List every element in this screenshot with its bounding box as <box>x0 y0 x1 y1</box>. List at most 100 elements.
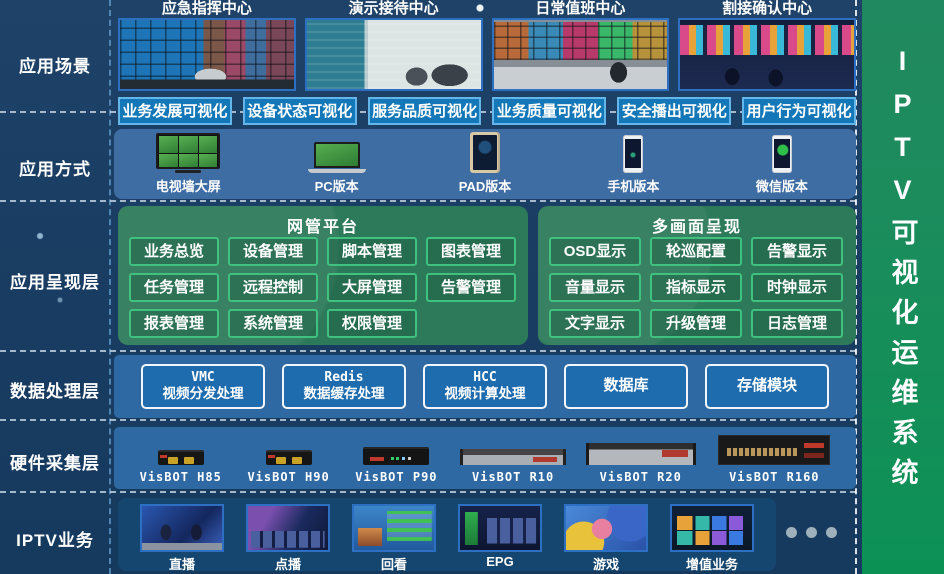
viz-button-user-behavior[interactable]: 用户行为可视化 <box>742 97 856 125</box>
module-desc: 视频分发处理 <box>163 386 244 403</box>
module-desc: 数据缓存处理 <box>304 386 385 403</box>
scene-title: 割接确认中心 <box>678 1 856 18</box>
iptv-service-live: 直播 <box>140 504 224 573</box>
iptv-service-epg: EPG <box>458 504 542 569</box>
mv-button-text-display[interactable]: 文字显示 <box>549 309 641 338</box>
iptv-service-game: 游戏 <box>564 504 648 573</box>
method-label: 手机版本 <box>607 176 659 195</box>
mv-button-alarm-display[interactable]: 告警显示 <box>751 237 843 266</box>
application-scenes-row: 应急指挥中心 演示接待中心 日常值班中心 割接确认中心 <box>118 1 856 91</box>
method-label: PC版本 <box>315 176 359 195</box>
nms-platform-panel: 网管平台 业务总览 设备管理 脚本管理 图表管理 任务管理 远程控制 大屏管理 … <box>118 206 528 345</box>
method-tv-wall: 电视墙大屏 <box>114 129 262 199</box>
device-label: VisBOT H90 <box>247 470 329 484</box>
mini-server-icon <box>363 447 429 465</box>
viz-button-device-status[interactable]: 设备状态可视化 <box>243 97 357 125</box>
data-processing-panel: VMC 视频分发处理 Redis 数据缓存处理 HCC 视频计算处理 数据库 存… <box>114 355 856 418</box>
encoder-device-icon <box>158 450 204 465</box>
nms-button-report-mgmt[interactable]: 报表管理 <box>129 309 219 338</box>
device-label: VisBOT R20 <box>600 470 682 484</box>
mv-button-clock-display[interactable]: 时钟显示 <box>751 273 843 302</box>
nms-button-task-mgmt[interactable]: 任务管理 <box>129 273 219 302</box>
multiview-button-grid: OSD显示 轮巡配置 告警显示 音量显示 指标显示 时钟显示 文字显示 升级管理… <box>538 235 856 340</box>
scene-photo-demo <box>305 18 483 91</box>
row-label-application-scenes: 应用场景 <box>0 52 110 77</box>
nms-button-device-mgmt[interactable]: 设备管理 <box>228 237 318 266</box>
module-database: 数据库 <box>564 364 688 409</box>
encoder-device-icon <box>266 450 312 465</box>
module-hcc: HCC 视频计算处理 <box>423 364 547 409</box>
replay-thumbnail <box>352 504 436 552</box>
mv-button-upgrade-mgmt[interactable]: 升级管理 <box>650 309 742 338</box>
viz-button-business-development[interactable]: 业务发展可视化 <box>118 97 232 125</box>
hardware-device-r10: VisBOT R10 <box>463 449 563 484</box>
scene-photo-cutover <box>678 18 856 91</box>
multiview-panel: 多画面呈现 OSD显示 轮巡配置 告警显示 音量显示 指标显示 时钟显示 文字显… <box>538 206 856 345</box>
viz-button-service-quality[interactable]: 服务品质可视化 <box>368 97 482 125</box>
vod-thumbnail <box>246 504 330 552</box>
module-redis: Redis 数据缓存处理 <box>282 364 406 409</box>
scene-title: 日常值班中心 <box>492 1 670 18</box>
iptv-service-replay: 回看 <box>352 504 436 573</box>
nms-button-script-mgmt[interactable]: 脚本管理 <box>327 237 417 266</box>
scene-daily-duty-center: 日常值班中心 <box>492 1 670 91</box>
iptv-service-value-added: 增值业务 <box>670 504 754 573</box>
row-label-hardware-collection-layer: 硬件采集层 <box>0 449 110 474</box>
service-label: 回看 <box>381 554 407 573</box>
mv-button-volume-display[interactable]: 音量显示 <box>549 273 641 302</box>
nms-button-remote-control[interactable]: 远程控制 <box>228 273 318 302</box>
scene-photo-duty <box>492 18 670 91</box>
module-desc: 视频计算处理 <box>445 386 526 403</box>
row-divider-4 <box>0 419 856 421</box>
iptv-visualization-dashboard: 应用场景 应用方式 应用呈现层 数据处理层 硬件采集层 IPTV业务 应急指挥中… <box>0 0 944 574</box>
iptv-service-vod: 点播 <box>246 504 330 573</box>
application-methods-panel: 电视墙大屏 PC版本 PAD版本 手机版本 微信版本 <box>114 129 856 199</box>
wechat-phone-icon <box>772 135 792 173</box>
system-title: IPTV可视化运维系统 <box>884 0 923 574</box>
viz-button-business-quality[interactable]: 业务质量可视化 <box>492 97 606 125</box>
hardware-device-h90: VisBOT H90 <box>247 450 329 484</box>
nms-button-grid: 业务总览 设备管理 脚本管理 图表管理 任务管理 远程控制 大屏管理 告警管理 … <box>118 235 528 340</box>
nms-button-screen-mgmt[interactable]: 大屏管理 <box>327 273 417 302</box>
more-services-ellipsis <box>786 527 837 538</box>
scene-demo-reception-center: 演示接待中心 <box>305 1 483 91</box>
system-title-sidebar: IPTV可视化运维系统 <box>862 0 944 574</box>
mv-button-osd-display[interactable]: OSD显示 <box>549 237 641 266</box>
rack-server-icon <box>589 443 693 465</box>
mv-button-log-mgmt[interactable]: 日志管理 <box>751 309 843 338</box>
mv-button-indicator-display[interactable]: 指标显示 <box>650 273 742 302</box>
row-divider-2 <box>0 200 856 202</box>
nms-button-alarm-mgmt[interactable]: 告警管理 <box>426 273 516 302</box>
live-thumbnail <box>140 504 224 552</box>
multiview-title: 多画面呈现 <box>538 206 856 235</box>
scene-title: 演示接待中心 <box>305 1 483 18</box>
method-mobile-version: 手机版本 <box>559 129 707 199</box>
nms-button-system-mgmt[interactable]: 系统管理 <box>228 309 318 338</box>
value-added-thumbnail <box>670 504 754 552</box>
service-label: EPG <box>486 554 513 569</box>
service-label: 游戏 <box>593 554 619 573</box>
phone-icon <box>623 135 643 173</box>
service-label: 增值业务 <box>686 554 738 573</box>
method-label: PAD版本 <box>459 176 511 195</box>
service-label: 点播 <box>275 554 301 573</box>
rack-server-icon <box>718 435 830 465</box>
nms-button-business-overview[interactable]: 业务总览 <box>129 237 219 266</box>
module-storage: 存储模块 <box>705 364 829 409</box>
method-pc-version: PC版本 <box>262 129 410 199</box>
scene-emergency-command-center: 应急指挥中心 <box>118 1 296 91</box>
device-label: VisBOT P90 <box>355 470 437 484</box>
viz-button-safe-broadcast[interactable]: 安全播出可视化 <box>617 97 731 125</box>
hardware-device-p90: VisBOT P90 <box>355 447 437 484</box>
row-divider-3 <box>0 350 856 352</box>
nms-button-permission-mgmt[interactable]: 权限管理 <box>327 309 417 338</box>
game-thumbnail <box>564 504 648 552</box>
module-name: VMC <box>191 370 214 386</box>
method-wechat-version: 微信版本 <box>708 129 856 199</box>
mv-button-patrol-config[interactable]: 轮巡配置 <box>650 237 742 266</box>
module-name: 数据库 <box>603 377 648 396</box>
hardware-device-h85: VisBOT H85 <box>140 450 222 484</box>
row-label-application-methods: 应用方式 <box>0 155 110 180</box>
nms-button-chart-mgmt[interactable]: 图表管理 <box>426 237 516 266</box>
nms-platform-title: 网管平台 <box>118 206 528 235</box>
